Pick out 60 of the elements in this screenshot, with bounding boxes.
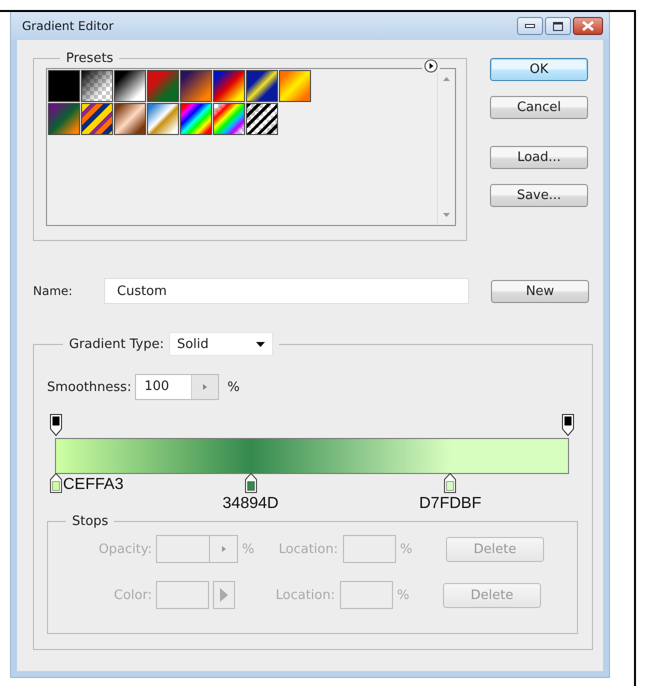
gradient-bar[interactable] [55,438,569,474]
cancel-button[interactable]: Cancel [490,96,588,119]
name-label: Name: [33,284,74,298]
opacity-label: Opacity: [98,542,152,556]
menu-icon[interactable] [422,59,440,73]
preset-swatch[interactable] [147,70,179,102]
color-label: Color: [112,588,152,602]
preset-swatch[interactable] [147,103,179,135]
preset-swatch[interactable] [246,70,278,102]
close-icon [582,21,594,31]
preset-swatch[interactable] [246,103,278,135]
ok-button[interactable]: OK [490,58,588,81]
maximize-icon [553,22,563,30]
name-field[interactable]: Custom [104,278,469,304]
color-stop-icon[interactable] [50,473,62,493]
percent-label: % [399,542,414,556]
smoothness-field[interactable]: 100 [135,374,220,400]
location-label: Location: [274,588,335,602]
location-field[interactable] [340,581,393,609]
gradient-type-dropdown[interactable]: Solid [168,332,273,356]
stops-title: Stops [71,514,110,529]
preset-swatch[interactable] [213,70,245,102]
presets-title: Presets [65,51,114,66]
color-stop-icon[interactable] [244,473,257,493]
preset-swatch[interactable] [213,103,245,135]
opacity-stop-icon[interactable] [50,414,62,436]
load-button[interactable]: Load... [490,146,588,169]
arrow-icon [221,546,226,552]
preset-swatch[interactable] [81,103,113,135]
window-title: Gradient Editor [22,19,115,33]
preset-swatch[interactable] [279,70,311,102]
caret-icon [256,342,265,346]
preset-swatch[interactable] [180,70,212,102]
close-button[interactable] [573,17,603,35]
color-stop-label: D7FDBF [419,495,482,513]
arrow-icon [220,588,228,602]
preset-swatch[interactable] [48,70,80,102]
save-button[interactable]: Save... [490,184,588,207]
location-label: Location: [278,542,338,556]
gradient-type-label: Gradient Type: [69,336,164,352]
color-picker-button[interactable] [213,581,235,609]
preset-swatch[interactable] [180,103,212,135]
smoothness-label: Smoothness: [47,380,132,394]
preset-swatch[interactable] [114,103,146,135]
percent-label: % [227,380,240,394]
preset-swatch[interactable] [81,70,113,102]
maximize-button[interactable] [545,17,571,35]
arrow-icon [203,384,208,390]
percent-label: % [396,588,410,602]
percent-label: % [241,542,256,556]
new-button[interactable]: New [491,280,589,302]
minimize-button[interactable] [517,17,543,35]
preset-swatch[interactable] [114,70,146,102]
preset-swatch[interactable] [48,103,80,135]
color-stop-icon[interactable] [444,473,456,493]
opacity-stop-icon[interactable] [562,414,574,436]
minimize-icon [525,24,535,28]
color-stop-label: CEFFA3 [63,476,124,494]
location-field[interactable] [343,535,396,563]
color-stop-label: 34894D [222,495,279,513]
